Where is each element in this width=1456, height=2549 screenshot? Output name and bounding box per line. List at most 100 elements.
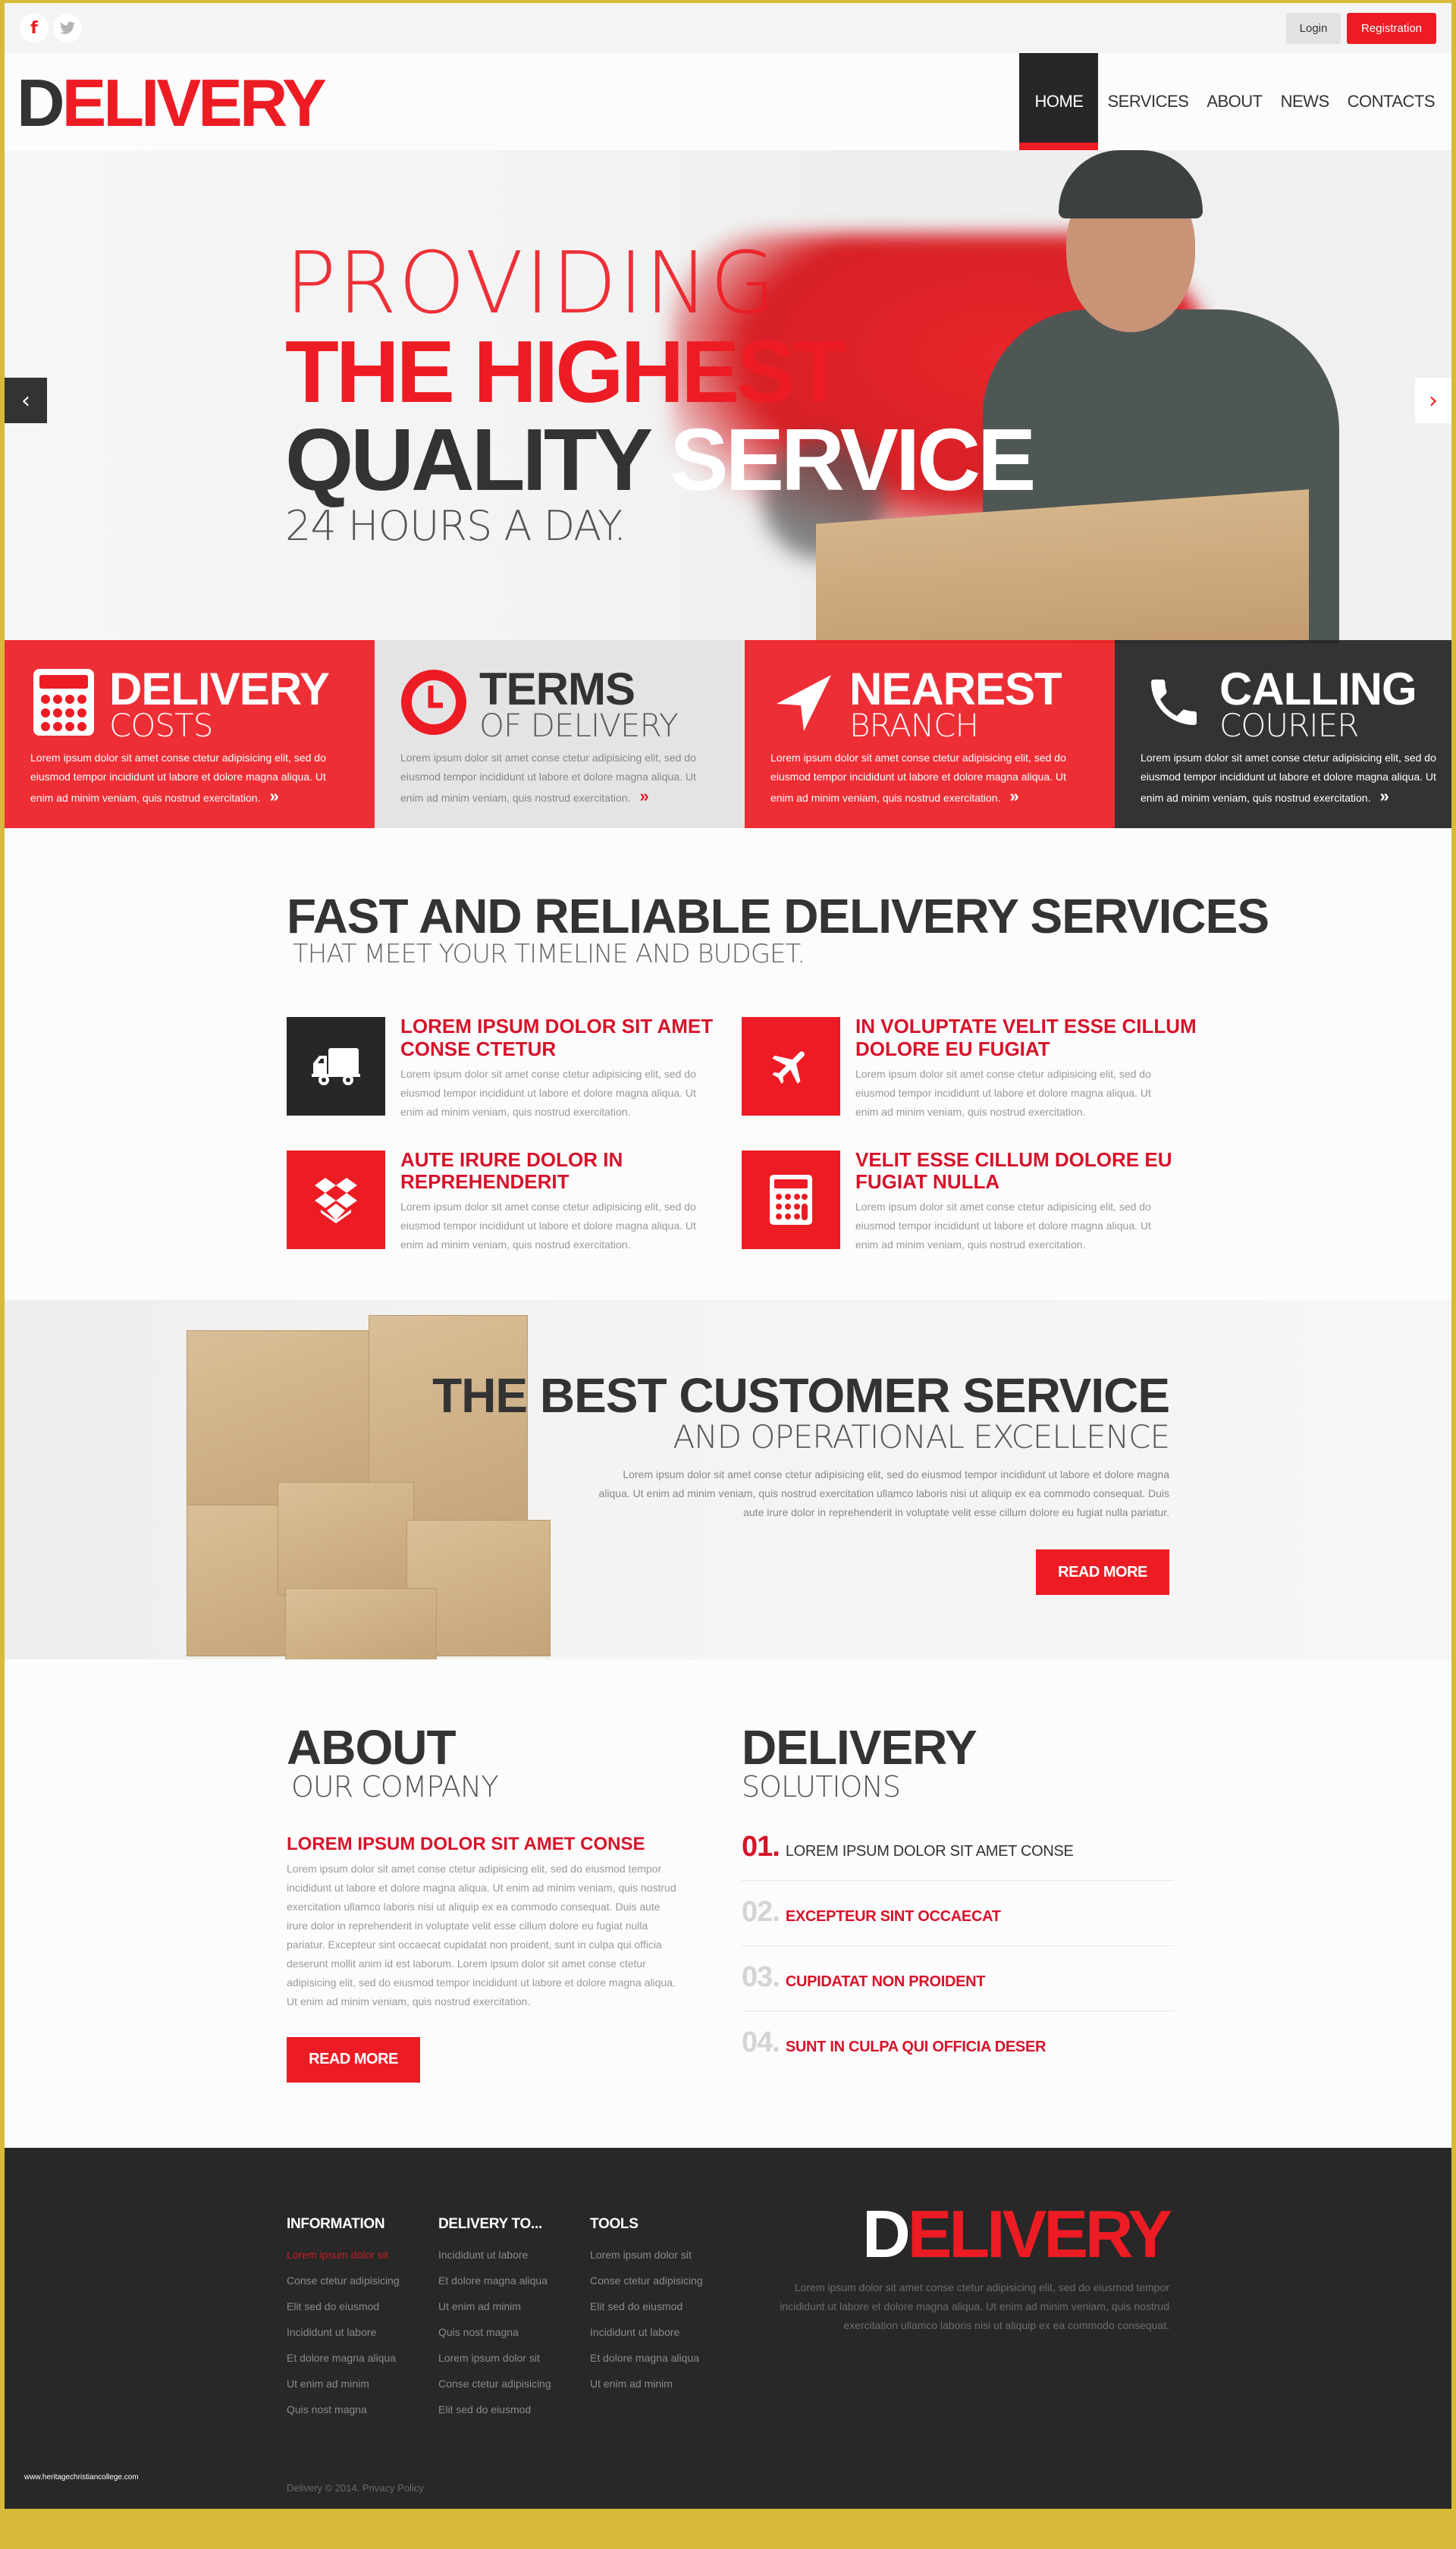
hero-line-3: QUALITY SERVICE [285,410,1036,509]
nav-about[interactable]: ABOUT [1197,53,1271,150]
footer-link[interactable]: Elit sed do eiusmod [438,2397,590,2422]
footer-link[interactable]: Et dolore magna aliqua [287,2345,438,2371]
hero-line-4: 24 HOURS A DAY. [285,502,626,550]
footer-column-title: TOOLS [590,2215,639,2232]
double-chevron-right-icon[interactable]: » [639,786,648,805]
footer-link[interactable]: Incididunt ut labore [438,2242,590,2268]
facebook-icon[interactable]: f [20,14,49,42]
feature-delivery-costs[interactable]: DELIVERY COSTS Lorem ipsum dolor sit ame… [5,640,375,828]
footer-link[interactable]: Lorem ipsum dolor sit [590,2242,742,2268]
feature-calling-courier[interactable]: CALLING COURIER Lorem ipsum dolor sit am… [1115,640,1451,828]
footer-link[interactable]: Conse ctetur adipisicing [287,2268,438,2293]
header: DELIVERY HOME SERVICES ABOUT NEWS CONTAC… [5,53,1451,150]
solution-number: 02. [742,1895,780,1928]
feature-terms-of-delivery[interactable]: TERMS OF DELIVERY Lorem ipsum dolor sit … [375,640,745,828]
service-title[interactable]: LOREM IPSUM DOLOR SIT AMET CONSE CTETUR [400,1016,742,1059]
nav-services[interactable]: SERVICES [1098,53,1197,150]
footer-link[interactable]: Ut enim ad minim [287,2371,438,2397]
footer-link[interactable]: Conse ctetur adipisicing [590,2268,742,2293]
double-chevron-right-icon[interactable]: » [1009,786,1018,805]
solution-item[interactable]: 04. SUNT IN CULPA QUI OFFICIA DESER [742,2026,1174,2076]
privacy-policy-link[interactable]: Privacy Policy [362,2482,424,2494]
section-body: Lorem ipsum dolor sit amet conse ctetur … [598,1468,1169,1519]
hero-slider: PROVIDING THE HIGHEST QUALITY SERVICE 24… [5,150,1451,643]
footer-link[interactable]: Elit sed do eiusmod [590,2293,742,2319]
feature-subtitle: BRANCH [849,707,979,744]
service-text: Lorem ipsum dolor sit amet conse ctetur … [400,1067,696,1118]
footer-text: Lorem ipsum dolor sit amet conse ctetur … [780,2281,1169,2331]
solutions-subtitle: SOLUTIONS [742,1769,901,1803]
service-item: AUTE IRURE DOLOR IN REPREHENDERIT Lorem … [287,1148,742,1254]
section-title: FAST AND RELIABLE DELIVERY SERVICES [287,889,1269,943]
nav-home[interactable]: HOME [1019,53,1099,150]
logo-rest: ELIVERY [61,65,327,140]
page: f Login Registration DELIVERY HOME SERVI… [5,3,1451,2509]
about-subtitle: OUR COMPANY [291,1769,499,1803]
service-text: Lorem ipsum dolor sit amet conse ctetur … [855,1067,1151,1118]
about-section: ABOUT OUR COMPANY LOREM IPSUM DOLOR SIT … [5,1659,1451,2148]
top-bar: f Login Registration [5,3,1451,53]
feature-title: DELIVERY [109,664,330,714]
slider-prev-button[interactable]: ‹ [5,378,47,423]
solution-item[interactable]: 02. EXCEPTEUR SINT OCCAECAT [742,1896,1174,1946]
footer-link[interactable]: Et dolore magna aliqua [438,2268,590,2293]
watermark: www.heritagechristiancollege.com [24,2472,139,2482]
footer-link[interactable]: Incididunt ut labore [287,2319,438,2345]
solution-item[interactable]: 03. CUPIDATAT NON PROIDENT [742,1961,1174,2011]
solution-label: CUPIDATAT NON PROIDENT [785,1973,986,1990]
logo[interactable]: DELIVERY [17,70,327,137]
nav-news[interactable]: NEWS [1272,53,1338,150]
solutions-title: DELIVERY [742,1719,977,1775]
read-more-button[interactable]: READ MORE [287,2036,420,2083]
footer-link[interactable]: Lorem ipsum dolor sit [438,2345,590,2371]
feature-nearest-branch[interactable]: NEAREST BRANCH Lorem ipsum dolor sit ame… [745,640,1115,828]
footer-link[interactable]: Et dolore magna aliqua [590,2345,742,2371]
feature-title: TERMS [479,664,635,714]
footer-link[interactable]: Ut enim ad minim [590,2371,742,2397]
customer-service-text: THE BEST CUSTOMER SERVICE AND OPERATIONA… [432,1371,1170,1596]
service-text: Lorem ipsum dolor sit amet conse ctetur … [855,1200,1151,1251]
footer-link[interactable]: Conse ctetur adipisicing [438,2371,590,2397]
nav-contacts[interactable]: CONTACTS [1338,53,1444,150]
footer-link[interactable]: Lorem ipsum dolor sit [287,2242,438,2268]
twitter-icon[interactable] [53,14,82,42]
calculator-icon [30,667,97,737]
footer-brand: DELIVERY Lorem ipsum dolor sit amet cons… [760,2200,1172,2335]
customer-service-section: THE BEST CUSTOMER SERVICE AND OPERATIONA… [5,1299,1451,1659]
footer-link[interactable]: Incididunt ut labore [590,2319,742,2345]
solution-number: 01. [742,1830,780,1863]
about-heading: LOREM IPSUM DOLOR SIT AMET CONSE [287,1833,645,1854]
footer-columns: INFORMATION Lorem ipsum dolor sit Conse … [287,2216,742,2422]
airplane-icon [742,1017,840,1116]
footer-link[interactable]: Quis nost magna [438,2319,590,2345]
footer-link[interactable]: Elit sed do eiusmod [287,2293,438,2319]
solution-number: 03. [742,1960,780,1993]
feature-text: Lorem ipsum dolor sit amet conse ctetur … [770,751,1066,805]
footer-column-tools: TOOLS Lorem ipsum dolor sit Conse ctetur… [590,2216,742,2422]
feature-subtitle: COURIER [1219,707,1359,744]
read-more-button[interactable]: READ MORE [1036,1549,1169,1596]
services-section: FAST AND RELIABLE DELIVERY SERVICES THAT… [5,828,1451,1300]
solution-label: EXCEPTEUR SINT OCCAECAT [785,1907,1001,1925]
solution-label: SUNT IN CULPA QUI OFFICIA DESER [785,2038,1046,2055]
service-title[interactable]: VELIT ESSE CILLUM DOLORE EU FUGIAT NULLA [855,1148,1197,1193]
service-text: Lorem ipsum dolor sit amet conse ctetur … [400,1200,696,1251]
service-title[interactable]: AUTE IRURE DOLOR IN REPREHENDERIT [400,1148,742,1193]
solution-item[interactable]: 01. LOREM IPSUM DOLOR SIT AMET CONSE [742,1831,1174,1881]
logo-initial: D [17,65,65,140]
slider-next-button[interactable]: › [1415,378,1451,423]
double-chevron-right-icon[interactable]: » [1379,786,1389,805]
auth-buttons: Login Registration [1286,13,1436,44]
feature-title: CALLING [1219,664,1417,714]
feature-title: NEAREST [849,664,1062,714]
login-button[interactable]: Login [1286,13,1341,44]
footer-link[interactable]: Quis nost magna [287,2397,438,2422]
copyright: Delivery © 2014. Privacy Policy [287,2482,424,2494]
double-chevron-right-icon[interactable]: » [269,786,278,805]
feature-text: Lorem ipsum dolor sit amet conse ctetur … [400,751,696,805]
feature-text: Lorem ipsum dolor sit amet conse ctetur … [30,751,326,805]
service-title[interactable]: IN VOLUPTATE VELIT ESSE CILLUM DOLORE EU… [855,1016,1197,1059]
registration-button[interactable]: Registration [1347,13,1436,44]
footer-link[interactable]: Ut enim ad minim [438,2293,590,2319]
footer-logo[interactable]: DELIVERY [760,2200,1172,2268]
